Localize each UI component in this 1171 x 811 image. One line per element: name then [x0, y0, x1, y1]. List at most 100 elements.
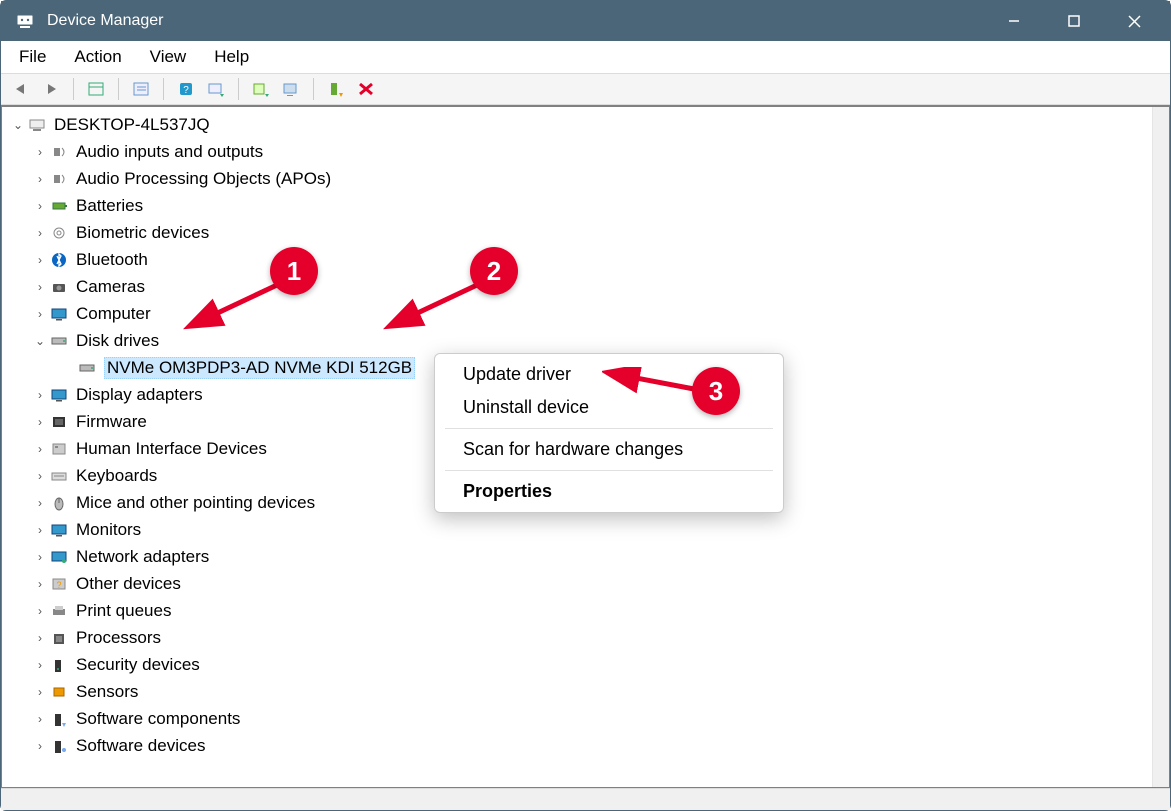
- tree-category[interactable]: ›Bluetooth: [10, 246, 1152, 273]
- toolbar-separator: [118, 78, 119, 100]
- tree-category[interactable]: ›Security devices: [10, 651, 1152, 678]
- expand-icon[interactable]: ›: [32, 739, 48, 753]
- expand-icon[interactable]: ›: [32, 226, 48, 240]
- tree-category[interactable]: › Audio Processing Objects (APOs): [10, 165, 1152, 192]
- tree-root[interactable]: ⌄ DESKTOP-4L537JQ: [10, 111, 1152, 138]
- category-label: Keyboards: [76, 466, 157, 486]
- category-icon: [48, 224, 70, 242]
- properties-button[interactable]: [127, 76, 155, 102]
- annotation-badge-3: 3: [692, 367, 740, 415]
- category-icon: [48, 170, 70, 188]
- expand-icon[interactable]: ›: [32, 712, 48, 726]
- disk-drive-icon: [76, 359, 98, 377]
- expand-icon[interactable]: ›: [32, 172, 48, 186]
- title-bar: Device Manager: [1, 1, 1170, 41]
- category-icon: [48, 683, 70, 701]
- uninstall-button[interactable]: [277, 76, 305, 102]
- tree-category[interactable]: ›Computer: [10, 300, 1152, 327]
- tree-category[interactable]: › Software components: [10, 705, 1152, 732]
- category-label: Processors: [76, 628, 161, 648]
- expand-icon[interactable]: ›: [32, 199, 48, 213]
- category-icon: [48, 440, 70, 458]
- menu-file[interactable]: File: [5, 43, 60, 71]
- tree-category[interactable]: ›Biometric devices: [10, 219, 1152, 246]
- category-label: Print queues: [76, 601, 171, 621]
- close-button[interactable]: [1104, 1, 1164, 41]
- expand-icon[interactable]: ›: [32, 604, 48, 618]
- expand-icon[interactable]: ›: [32, 685, 48, 699]
- tree-category[interactable]: › Print queues: [10, 597, 1152, 624]
- expand-icon[interactable]: ⌄: [10, 118, 26, 132]
- tree-category[interactable]: › Software devices: [10, 732, 1152, 759]
- device-label: NVMe OM3PDP3-AD NVMe KDI 512GB: [104, 357, 415, 379]
- vertical-scrollbar[interactable]: [1152, 107, 1169, 787]
- context-separator: [445, 428, 773, 429]
- back-button[interactable]: [7, 76, 35, 102]
- root-label: DESKTOP-4L537JQ: [54, 115, 210, 135]
- tree-category[interactable]: ›?Other devices: [10, 570, 1152, 597]
- forward-button[interactable]: [37, 76, 65, 102]
- tree-category[interactable]: ⌄Disk drives: [10, 327, 1152, 354]
- expand-icon[interactable]: ›: [32, 388, 48, 402]
- disable-device-button[interactable]: [352, 76, 380, 102]
- scan-hardware-button[interactable]: [202, 76, 230, 102]
- show-hidden-button[interactable]: [82, 76, 110, 102]
- update-driver-button[interactable]: [247, 76, 275, 102]
- window-title: Device Manager: [47, 12, 984, 30]
- category-label: Display adapters: [76, 385, 203, 405]
- menu-bar: File Action View Help: [1, 41, 1170, 73]
- tree-category[interactable]: › Batteries: [10, 192, 1152, 219]
- toolbar-separator: [73, 78, 74, 100]
- toolbar-separator: [238, 78, 239, 100]
- category-icon: [48, 197, 70, 215]
- category-icon: [48, 278, 70, 296]
- device-tree[interactable]: ⌄ DESKTOP-4L537JQ ›Audio inputs and outp…: [2, 107, 1152, 787]
- annotation-badge-2: 2: [470, 247, 518, 295]
- expand-icon[interactable]: ›: [32, 658, 48, 672]
- context-properties[interactable]: Properties: [435, 475, 783, 508]
- tree-category[interactable]: › Monitors: [10, 516, 1152, 543]
- expand-icon[interactable]: ›: [32, 253, 48, 267]
- category-label: Other devices: [76, 574, 181, 594]
- toolbar: ?: [1, 73, 1170, 105]
- expand-icon[interactable]: ›: [32, 145, 48, 159]
- category-label: Software devices: [76, 736, 205, 756]
- toolbar-separator: [313, 78, 314, 100]
- category-label: Batteries: [76, 196, 143, 216]
- context-scan-hardware[interactable]: Scan for hardware changes: [435, 433, 783, 466]
- expand-icon[interactable]: ›: [32, 280, 48, 294]
- context-separator: [445, 470, 773, 471]
- category-label: Software components: [76, 709, 240, 729]
- expand-icon[interactable]: ›: [32, 415, 48, 429]
- menu-view[interactable]: View: [136, 43, 201, 71]
- expand-icon[interactable]: ›: [32, 550, 48, 564]
- tree-category[interactable]: ›Audio inputs and outputs: [10, 138, 1152, 165]
- expand-icon[interactable]: ›: [32, 577, 48, 591]
- menu-help[interactable]: Help: [200, 43, 263, 71]
- category-icon: [48, 494, 70, 512]
- computer-root-icon: [26, 116, 48, 134]
- expand-icon[interactable]: ›: [32, 496, 48, 510]
- help-button[interactable]: ?: [172, 76, 200, 102]
- maximize-button[interactable]: [1044, 1, 1104, 41]
- category-icon: [48, 413, 70, 431]
- expand-icon[interactable]: ›: [32, 631, 48, 645]
- toolbar-separator: [163, 78, 164, 100]
- enable-device-button[interactable]: [322, 76, 350, 102]
- expand-icon[interactable]: ⌄: [32, 334, 48, 348]
- category-label: Monitors: [76, 520, 141, 540]
- expand-icon[interactable]: ›: [32, 442, 48, 456]
- minimize-button[interactable]: [984, 1, 1044, 41]
- category-label: Human Interface Devices: [76, 439, 267, 459]
- menu-action[interactable]: Action: [60, 43, 135, 71]
- tree-category[interactable]: › Processors: [10, 624, 1152, 651]
- category-icon: [48, 305, 70, 323]
- expand-icon[interactable]: ›: [32, 469, 48, 483]
- category-label: Audio Processing Objects (APOs): [76, 169, 331, 189]
- tree-category[interactable]: ›Sensors: [10, 678, 1152, 705]
- expand-icon[interactable]: ›: [32, 307, 48, 321]
- tree-category[interactable]: ›Cameras: [10, 273, 1152, 300]
- category-icon: [48, 251, 70, 269]
- expand-icon[interactable]: ›: [32, 523, 48, 537]
- tree-category[interactable]: ›Network adapters: [10, 543, 1152, 570]
